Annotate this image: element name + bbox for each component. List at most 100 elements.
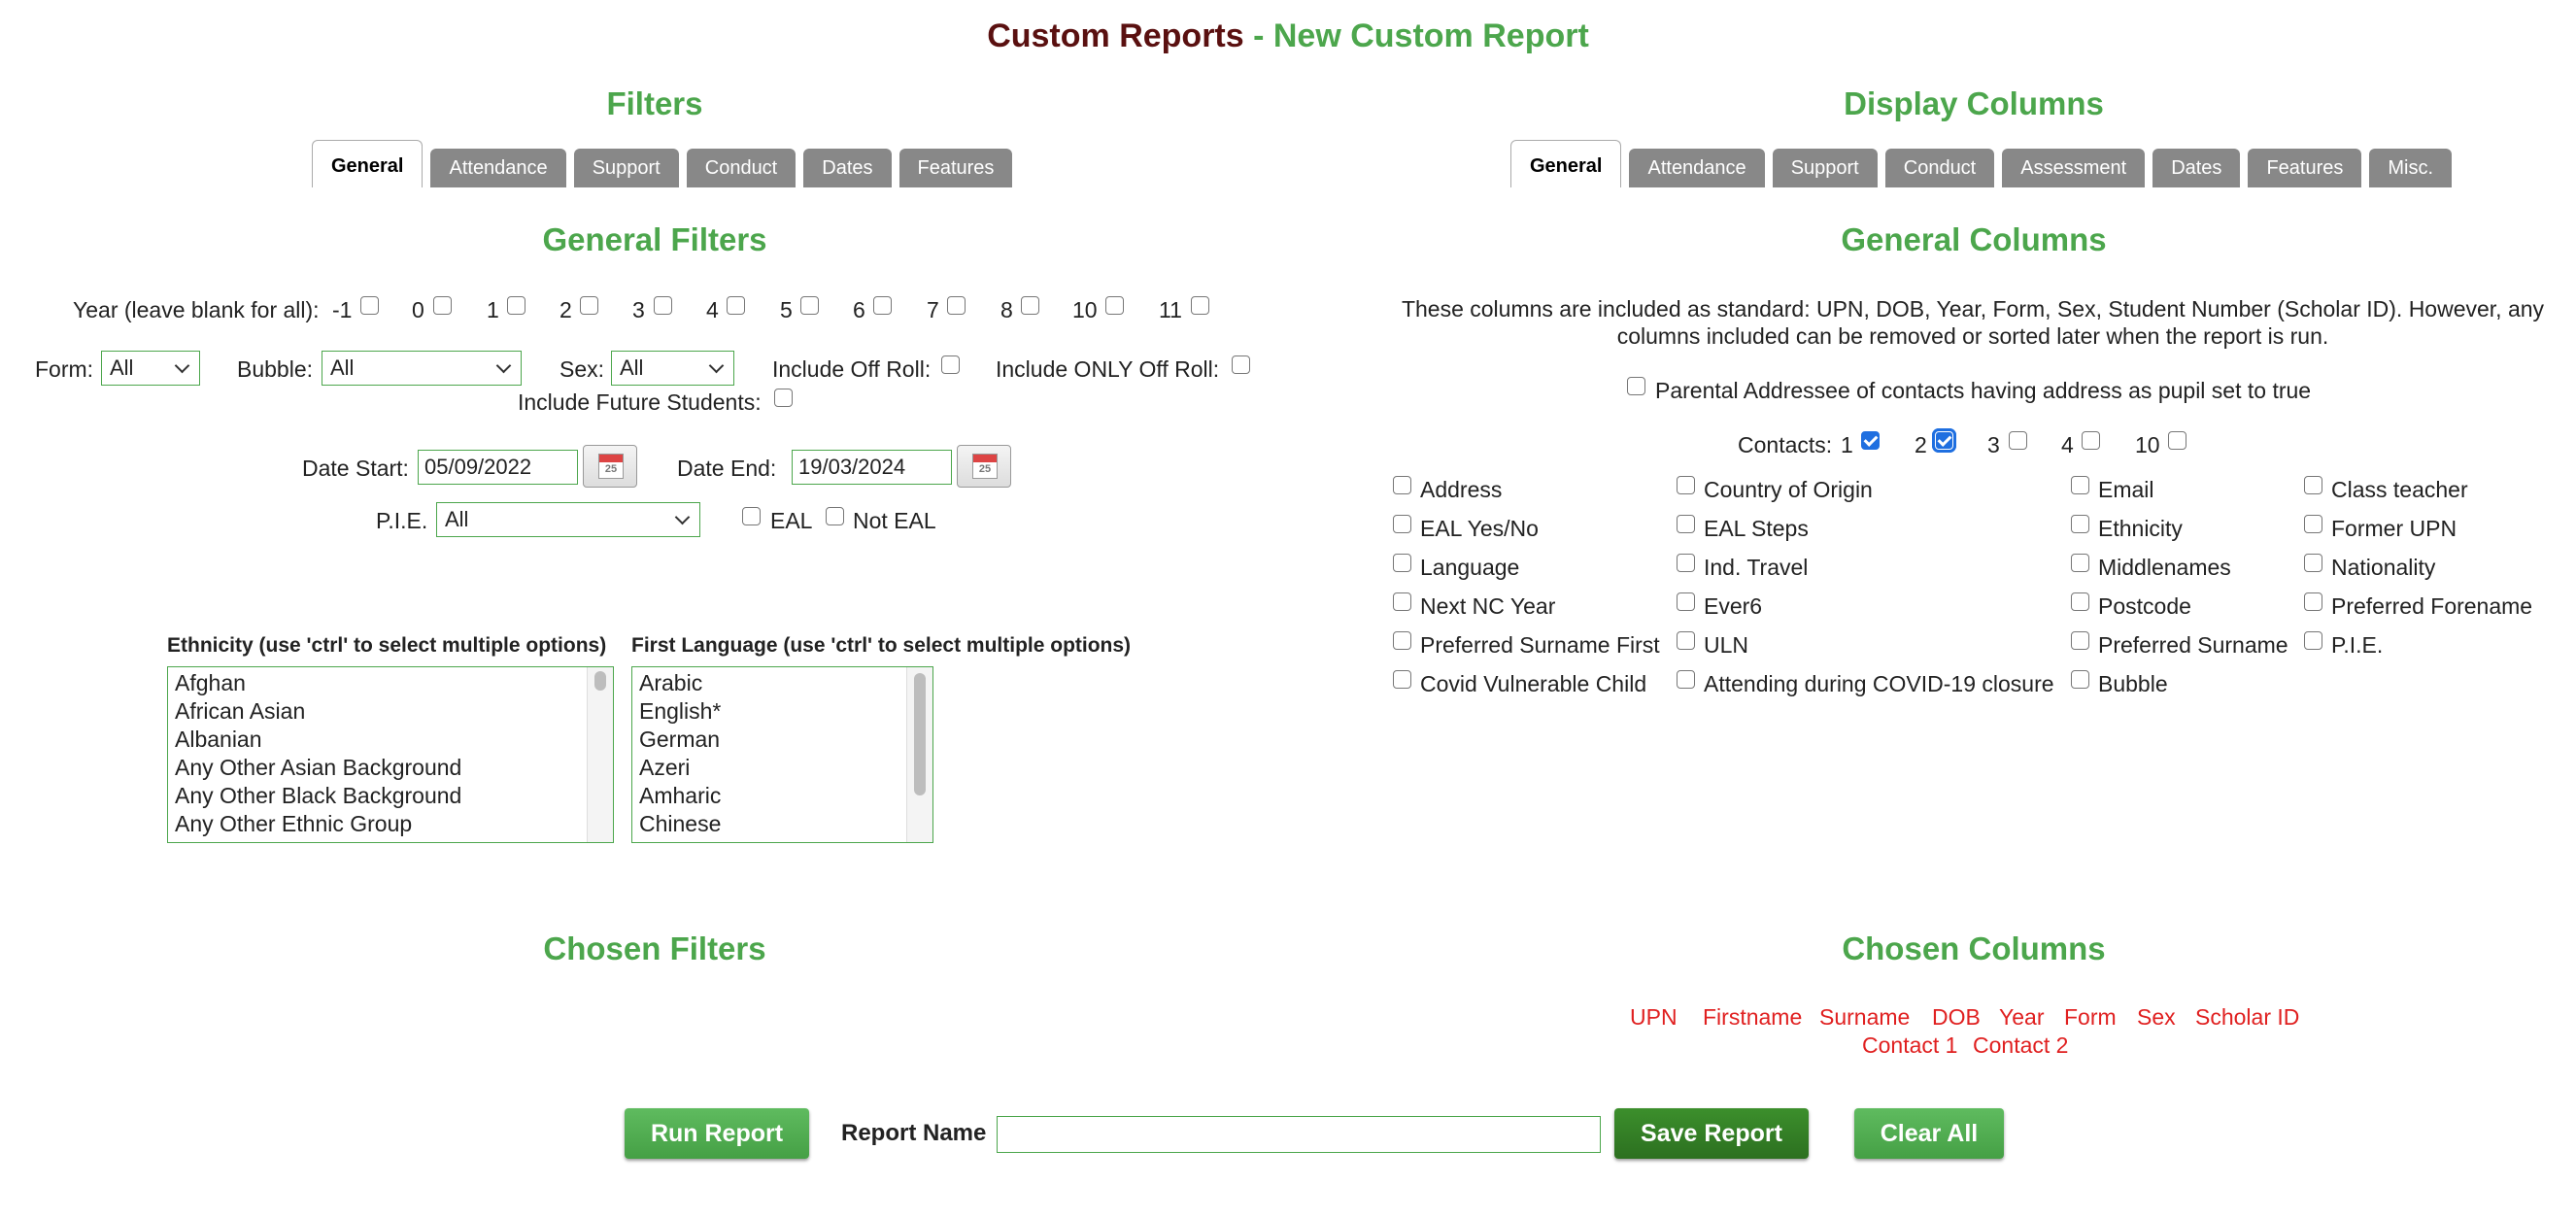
list-item[interactable]: English*: [632, 697, 932, 726]
year-3-checkbox[interactable]: [654, 296, 672, 315]
clear-all-button[interactable]: Clear All: [1854, 1108, 2004, 1159]
col-former-upn-checkbox[interactable]: [2304, 515, 2322, 533]
list-item[interactable]: Arabic: [632, 669, 932, 697]
list-item[interactable]: Any Other Ethnic Group: [168, 810, 613, 838]
list-item[interactable]: Any Other Black Background: [168, 782, 613, 810]
eal-checkbox[interactable]: [742, 507, 761, 525]
language-scrollbar[interactable]: [906, 667, 932, 842]
list-item[interactable]: Azeri: [632, 754, 932, 782]
save-report-button[interactable]: Save Report: [1614, 1108, 1809, 1159]
list-item[interactable]: Albanian: [168, 726, 613, 754]
run-report-button[interactable]: Run Report: [625, 1108, 809, 1159]
col-language-checkbox[interactable]: [1393, 554, 1411, 572]
chosen-col-upn[interactable]: UPN: [1630, 1004, 1678, 1031]
chosen-col-scholar-id[interactable]: Scholar ID: [2195, 1004, 2299, 1031]
col-uln-checkbox[interactable]: [1677, 631, 1695, 650]
contact-1-checkbox[interactable]: [1861, 431, 1880, 450]
list-item[interactable]: Chinese: [632, 810, 932, 838]
col-pie-checkbox[interactable]: [2304, 631, 2322, 650]
pie-select[interactable]: All: [436, 502, 700, 537]
ethnicity-scrollbar[interactable]: [587, 667, 613, 842]
date-end-input[interactable]: 19/03/2024: [792, 450, 952, 485]
column-tab-support[interactable]: Support: [1772, 149, 1878, 187]
language-listbox[interactable]: Arabic English* German Azeri Amharic Chi…: [631, 666, 933, 843]
col-covid-vulnerable-checkbox[interactable]: [1393, 670, 1411, 689]
chosen-col-sex[interactable]: Sex: [2137, 1004, 2176, 1031]
filter-tab-conduct[interactable]: Conduct: [686, 149, 797, 187]
col-preferred-surname-checkbox[interactable]: [2071, 631, 2089, 650]
col-eal-yes-no-checkbox[interactable]: [1393, 515, 1411, 533]
contact-3-checkbox[interactable]: [2009, 431, 2027, 450]
col-preferred-forename-label: Preferred Forename: [2331, 593, 2533, 619]
form-select[interactable]: All: [101, 351, 200, 386]
date-end-calendar-icon[interactable]: 25: [957, 445, 1011, 488]
col-eal-steps-checkbox[interactable]: [1677, 515, 1695, 533]
report-name-input[interactable]: [997, 1116, 1601, 1153]
year-5-checkbox[interactable]: [800, 296, 819, 315]
chosen-col-dob[interactable]: DOB: [1932, 1004, 1981, 1031]
list-item[interactable]: Amharic: [632, 782, 932, 810]
year-m1-checkbox[interactable]: [360, 296, 379, 315]
sex-select[interactable]: All: [611, 351, 734, 386]
only-off-roll-checkbox[interactable]: [1232, 355, 1250, 374]
column-tab-misc[interactable]: Misc.: [2369, 149, 2453, 187]
list-item[interactable]: Any Other Asian Background: [168, 754, 613, 782]
year-8-checkbox[interactable]: [1021, 296, 1039, 315]
col-ever6-checkbox[interactable]: [1677, 592, 1695, 611]
year-6-checkbox[interactable]: [873, 296, 892, 315]
list-item[interactable]: German: [632, 726, 932, 754]
year-2-checkbox[interactable]: [580, 296, 598, 315]
not-eal-checkbox[interactable]: [826, 507, 844, 525]
date-start-input[interactable]: 05/09/2022: [418, 450, 578, 485]
col-class-teacher-checkbox[interactable]: [2304, 476, 2322, 494]
chosen-col-firstname[interactable]: Firstname: [1703, 1004, 1802, 1031]
column-tab-assessment[interactable]: Assessment: [2002, 149, 2146, 187]
year-1-checkbox[interactable]: [507, 296, 525, 315]
filter-tab-support[interactable]: Support: [573, 149, 679, 187]
column-tab-dates[interactable]: Dates: [2152, 149, 2241, 187]
filter-tab-attendance[interactable]: Attendance: [430, 149, 566, 187]
year-4-checkbox[interactable]: [727, 296, 745, 315]
contact-10-checkbox[interactable]: [2168, 431, 2186, 450]
col-preferred-forename-checkbox[interactable]: [2304, 592, 2322, 611]
date-start-calendar-icon[interactable]: 25: [583, 445, 637, 488]
col-next-nc-year-checkbox[interactable]: [1393, 592, 1411, 611]
filter-tab-general[interactable]: General: [312, 140, 424, 187]
col-ethnicity-checkbox[interactable]: [2071, 515, 2089, 533]
col-ind-travel-checkbox[interactable]: [1677, 554, 1695, 572]
chosen-col-surname[interactable]: Surname: [1819, 1004, 1910, 1031]
list-item[interactable]: African Asian: [168, 697, 613, 726]
filter-tab-features[interactable]: Features: [898, 149, 1013, 187]
column-tab-conduct[interactable]: Conduct: [1884, 149, 1995, 187]
column-tab-attendance[interactable]: Attendance: [1629, 149, 1765, 187]
col-preferred-surname-first-checkbox[interactable]: [1393, 631, 1411, 650]
contact-4-checkbox[interactable]: [2082, 431, 2100, 450]
off-roll-checkbox[interactable]: [941, 355, 960, 374]
future-students-checkbox[interactable]: [774, 389, 793, 407]
col-ind-travel-label: Ind. Travel: [1704, 555, 1809, 580]
col-nationality-checkbox[interactable]: [2304, 554, 2322, 572]
col-bubble-checkbox[interactable]: [2071, 670, 2089, 689]
year-7-checkbox[interactable]: [947, 296, 966, 315]
list-item[interactable]: Afghan: [168, 669, 613, 697]
contact-2-checkbox[interactable]: [1932, 428, 1956, 453]
col-attending-covid-checkbox[interactable]: [1677, 670, 1695, 689]
column-tab-general[interactable]: General: [1510, 140, 1622, 187]
col-email-checkbox[interactable]: [2071, 476, 2089, 494]
parental-addressee-checkbox[interactable]: [1627, 377, 1645, 395]
chosen-col-year[interactable]: Year: [1999, 1004, 2044, 1031]
col-address-checkbox[interactable]: [1393, 476, 1411, 494]
filter-tab-dates[interactable]: Dates: [803, 149, 892, 187]
col-middlenames-checkbox[interactable]: [2071, 554, 2089, 572]
year-11-checkbox[interactable]: [1191, 296, 1209, 315]
chosen-col-contact-2[interactable]: Contact 2: [1973, 1032, 2068, 1059]
ethnicity-listbox[interactable]: Afghan African Asian Albanian Any Other …: [167, 666, 614, 843]
chosen-col-contact-1[interactable]: Contact 1: [1862, 1032, 1957, 1059]
bubble-select[interactable]: All: [322, 351, 522, 386]
col-postcode-checkbox[interactable]: [2071, 592, 2089, 611]
year-0-checkbox[interactable]: [433, 296, 452, 315]
column-tab-features[interactable]: Features: [2248, 149, 2362, 187]
chosen-col-form[interactable]: Form: [2064, 1004, 2117, 1031]
year-10-checkbox[interactable]: [1105, 296, 1124, 315]
col-country-of-origin-checkbox[interactable]: [1677, 476, 1695, 494]
